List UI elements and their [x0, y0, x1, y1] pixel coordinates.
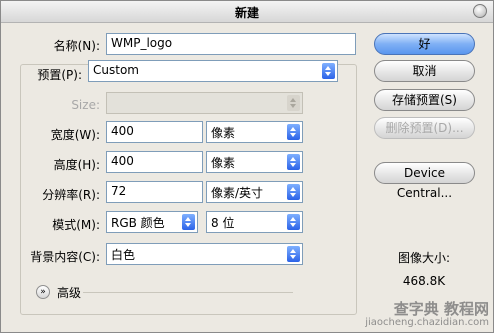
bit-depth-value: 8 位	[211, 216, 235, 230]
preset-dropdown-icon	[322, 63, 335, 79]
image-size-label: 图像大小:	[397, 251, 451, 265]
advanced-toggle-icon[interactable]: »	[36, 285, 50, 299]
height-input[interactable]: 400	[106, 151, 203, 173]
watermark-line2: jiaocheng.chazidian.com	[365, 317, 489, 328]
close-button[interactable]	[473, 4, 487, 18]
size-select	[106, 92, 303, 114]
width-unit-dropdown-icon	[287, 124, 300, 140]
name-label: 名称(N):	[53, 39, 100, 53]
mode-dropdown-icon	[182, 214, 195, 230]
delete-preset-button: 删除预置(D)...	[374, 117, 475, 139]
resolution-label: 分辨率(R):	[42, 188, 100, 202]
advanced-divider	[83, 292, 293, 293]
watermark-line1: 查字典 教程网	[393, 300, 489, 318]
size-label: Size:	[71, 98, 100, 112]
mode-value: RGB 颜色	[111, 216, 165, 230]
cancel-button[interactable]: 取消	[374, 60, 475, 82]
new-document-dialog: 新建 名称(N): WMP_logo 预置(P): Custom Size: 宽…	[0, 0, 494, 333]
title-bar: 新建	[1, 1, 493, 23]
mode-select[interactable]: RGB 颜色	[106, 211, 198, 233]
resolution-input[interactable]: 72	[106, 181, 203, 203]
height-unit-value: 像素	[211, 156, 236, 170]
resolution-unit-dropdown-icon	[287, 184, 300, 200]
image-size-value: 468.8K	[402, 274, 446, 288]
name-input[interactable]: WMP_logo	[106, 33, 356, 55]
width-unit-value: 像素	[211, 126, 236, 140]
width-label: 宽度(W):	[50, 128, 100, 142]
bit-depth-select[interactable]: 8 位	[206, 211, 303, 233]
save-preset-button[interactable]: 存储预置(S)	[374, 89, 475, 111]
device-central-button[interactable]: Device Central...	[374, 162, 475, 200]
window-title: 新建	[234, 6, 259, 20]
advanced-label[interactable]: 高级	[57, 284, 81, 301]
background-value: 白色	[111, 248, 136, 262]
preset-label: 预置(P):	[37, 68, 82, 82]
mode-label: 模式(M):	[52, 218, 100, 232]
background-select[interactable]: 白色	[106, 243, 303, 265]
resolution-unit-select[interactable]: 像素/英寸	[206, 181, 303, 203]
height-unit-dropdown-icon	[287, 154, 300, 170]
width-input[interactable]: 400	[106, 121, 203, 143]
preset-select[interactable]: Custom	[88, 60, 338, 82]
width-unit-select[interactable]: 像素	[206, 121, 303, 143]
background-dropdown-icon	[287, 246, 300, 262]
size-dropdown-icon	[287, 95, 300, 111]
bit-depth-dropdown-icon	[287, 214, 300, 230]
watermark: 查字典 教程网 jiaocheng.chazidian.com	[349, 300, 489, 328]
ok-button[interactable]: 好	[374, 33, 475, 55]
height-unit-select[interactable]: 像素	[206, 151, 303, 173]
resolution-unit-value: 像素/英寸	[211, 186, 264, 200]
preset-value: Custom	[93, 63, 139, 77]
height-label: 高度(H):	[53, 158, 100, 172]
background-label: 背景内容(C):	[30, 250, 100, 264]
